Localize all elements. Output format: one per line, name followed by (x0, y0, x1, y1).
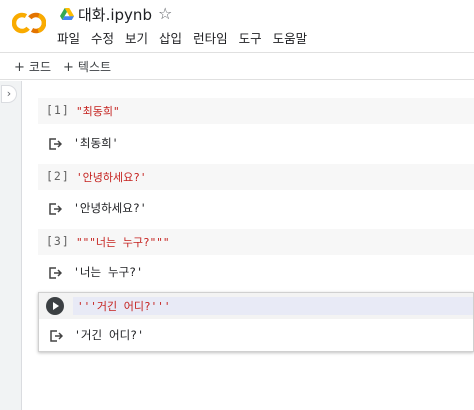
add-text-label: 텍스트 (77, 60, 112, 74)
menu-tools[interactable]: 도구 (239, 30, 262, 48)
menu-insert[interactable]: 삽입 (159, 30, 182, 48)
execution-count: [3] (46, 234, 70, 248)
add-code-button[interactable]: + 코드 (14, 58, 51, 75)
add-code-label: 코드 (28, 60, 51, 74)
cell-output: '안녕하세요?' (38, 194, 474, 224)
plus-icon: + (14, 60, 25, 75)
output-icon[interactable] (48, 266, 62, 280)
code-cell-input[interactable]: [3] """너는 누구?""" (38, 229, 474, 255)
code-text[interactable]: '''거긴 어디?''' (77, 298, 170, 314)
colab-logo-icon[interactable] (12, 10, 46, 36)
active-code-cell[interactable]: '''거긴 어디?''' '거긴 어디?' (38, 292, 474, 352)
notebook-area: [1] "최동희" '최동희' [2] '안녕하세요?' '안녕하세요?' [3… (23, 81, 474, 410)
cell-output: '너는 누구?' (38, 258, 474, 288)
menu-edit[interactable]: 수정 (91, 30, 114, 48)
output-text: '안녕하세요?' (73, 201, 147, 215)
code-cell-input[interactable]: [1] "최동희" (38, 98, 474, 124)
notebook-title[interactable]: 대화.ipynb (78, 4, 152, 25)
execution-count: [2] (46, 169, 70, 183)
output-icon[interactable] (48, 137, 62, 151)
output-text: '최동희' (73, 136, 119, 150)
add-text-button[interactable]: + 텍스트 (63, 58, 111, 75)
code-text[interactable]: '안녕하세요?' (76, 169, 146, 185)
output-icon[interactable] (48, 202, 62, 216)
code-text[interactable]: """너는 누구?""" (76, 234, 169, 250)
menu-file[interactable]: 파일 (57, 30, 80, 48)
cell-output: '거긴 어디?' (39, 321, 473, 351)
output-text: '너는 누구?' (73, 265, 144, 279)
menu-runtime[interactable]: 런타임 (193, 30, 228, 48)
menu-help[interactable]: 도움말 (273, 30, 308, 48)
app-header: 대화.ipynb ☆ 파일 수정 보기 삽입 런타임 도구 도움말 (0, 0, 474, 52)
notebook-toolbar: + 코드 + 텍스트 (0, 52, 474, 80)
menu-bar: 파일 수정 보기 삽입 런타임 도구 도움말 (57, 30, 318, 48)
run-cell-icon[interactable] (46, 297, 64, 315)
star-icon[interactable]: ☆ (158, 4, 172, 24)
code-cell-input[interactable]: '''거긴 어디?''' (39, 293, 473, 319)
google-drive-icon[interactable] (60, 8, 74, 21)
cell-output: '최동희' (38, 129, 474, 159)
plus-icon: + (63, 60, 74, 75)
execution-count: [1] (46, 103, 70, 117)
menu-view[interactable]: 보기 (125, 30, 148, 48)
code-text[interactable]: "최동희" (76, 103, 120, 119)
left-sidebar (0, 81, 22, 410)
output-text: '거긴 어디?' (74, 328, 145, 342)
output-icon[interactable] (49, 329, 63, 343)
code-cell-input[interactable]: [2] '안녕하세요?' (38, 164, 474, 190)
